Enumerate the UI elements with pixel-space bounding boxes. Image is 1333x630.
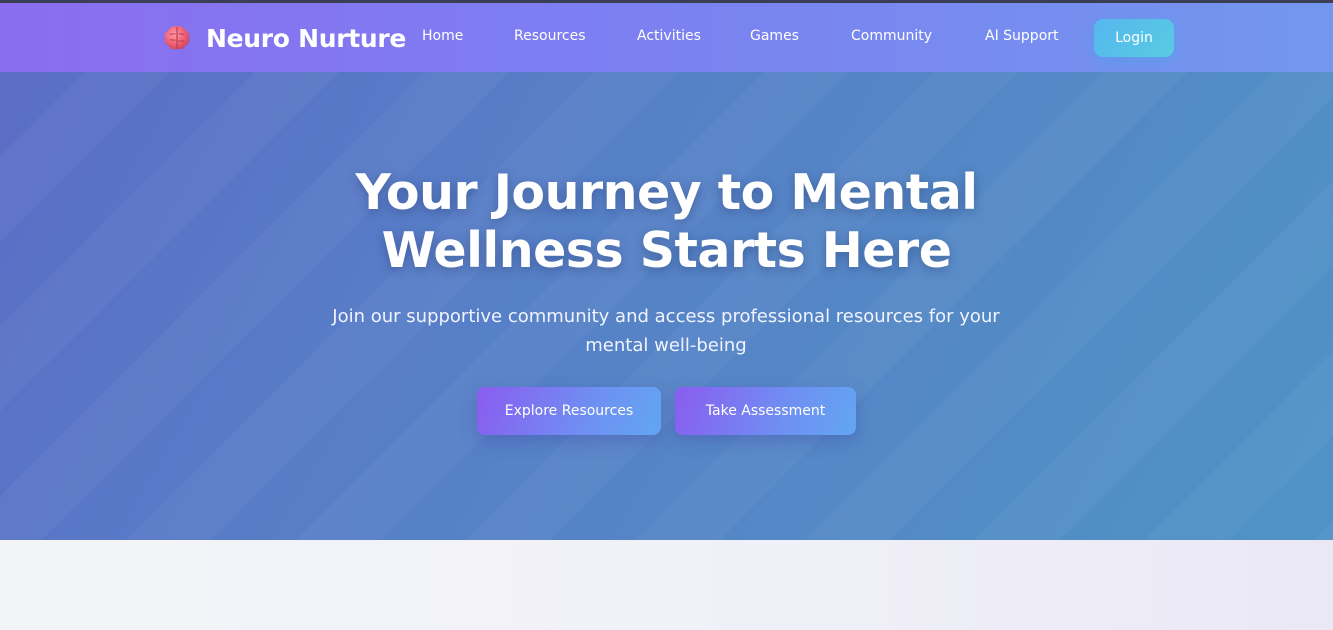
nav-link-home[interactable]: Home [422, 28, 463, 44]
nav-link-ai-support[interactable]: AI Support [985, 28, 1059, 44]
nav-link-games[interactable]: Games [750, 28, 799, 44]
explore-resources-button[interactable]: Explore Resources [477, 387, 661, 435]
page: Neuro Nurture Home Resources Activities … [0, 0, 1333, 630]
hero-section: Your Journey to Mental Wellness Starts H… [0, 72, 1333, 540]
hero-title-line-1: Your Journey to Mental [355, 164, 978, 221]
nav-link-activities[interactable]: Activities [637, 28, 701, 44]
content-section-start [0, 540, 1333, 630]
nav-link-resources[interactable]: Resources [514, 28, 586, 44]
take-assessment-button[interactable]: Take Assessment [675, 387, 856, 435]
navbar: Neuro Nurture Home Resources Activities … [0, 3, 1333, 72]
hero-title: Your Journey to Mental Wellness Starts H… [0, 164, 1333, 280]
hero-subtitle: Join our supportive community and access… [332, 306, 1000, 356]
hero-title-line-2: Wellness Starts Here [381, 222, 952, 279]
hero-cta-group: Explore Resources Take Assessment [0, 387, 1333, 435]
login-button[interactable]: Login [1094, 19, 1174, 57]
nav-link-community[interactable]: Community [851, 28, 932, 44]
